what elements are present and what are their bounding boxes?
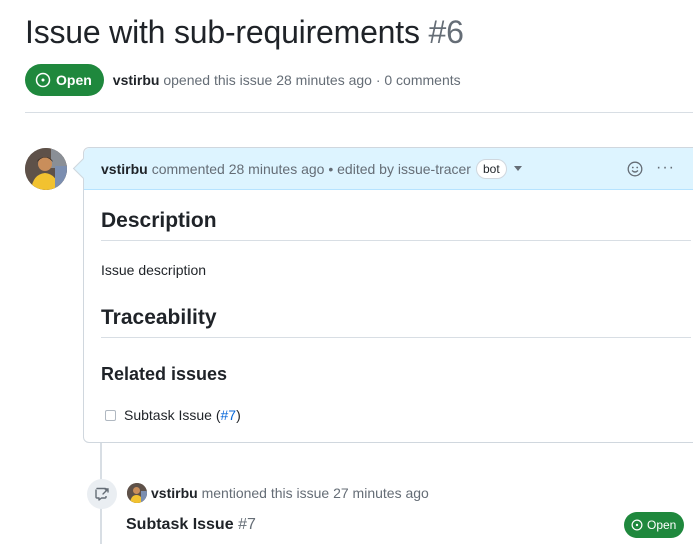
referenced-state-badge: Open xyxy=(624,512,685,538)
issue-meta: vstirbu opened this issue 28 minutes ago… xyxy=(113,72,461,88)
issue-meta-text: opened this issue 28 minutes ago · 0 com… xyxy=(163,72,461,88)
issue-state-row: Open vstirbu opened this issue 28 minute… xyxy=(25,64,461,96)
traceability-heading: Traceability xyxy=(101,306,217,329)
state-label: Open xyxy=(56,72,92,88)
related-issues-heading: Related issues xyxy=(101,364,228,384)
issue-author-link[interactable]: vstirbu xyxy=(113,72,160,88)
kebab-horizontal-icon[interactable]: ··· xyxy=(656,159,675,177)
cross-reference-icon xyxy=(87,479,117,509)
task-label-prefix: Subtask Issue ( xyxy=(124,407,221,423)
referenced-issue-number: #7 xyxy=(238,516,256,533)
issue-number: #6 xyxy=(428,14,464,50)
event-text: mentioned this issue 27 minutes ago xyxy=(201,485,429,501)
referenced-state-label: Open xyxy=(647,518,677,532)
referenced-issue-link[interactable]: Subtask Issue #7 xyxy=(126,516,256,534)
avatar[interactable] xyxy=(127,483,147,503)
heading-rule xyxy=(101,240,691,241)
timeline-event: vstirbu mentioned this issue 27 minutes … xyxy=(151,485,429,501)
comment-author-link[interactable]: vstirbu xyxy=(101,161,148,177)
issue-title: Issue with sub-requirements #6 xyxy=(25,14,464,51)
smiley-icon[interactable] xyxy=(627,161,643,177)
state-badge: Open xyxy=(25,64,104,96)
avatar[interactable] xyxy=(25,148,67,190)
task-list-item: Subtask Issue ( #7 ) xyxy=(105,407,241,423)
issue-title-text: Issue with sub-requirements xyxy=(25,14,420,50)
task-label-suffix: ) xyxy=(236,407,241,423)
issue-opened-icon xyxy=(35,72,51,88)
bot-label: bot xyxy=(475,158,507,179)
event-author-link[interactable]: vstirbu xyxy=(151,485,198,501)
edit-history-dropdown[interactable] xyxy=(513,166,522,171)
comment-header-text: commented 28 minutes ago • edited by iss… xyxy=(151,160,471,177)
heading-rule xyxy=(101,337,691,338)
task-checkbox[interactable] xyxy=(105,409,116,421)
referenced-issue-title[interactable]: Subtask Issue xyxy=(126,516,234,533)
comment-box: vstirbu commented 28 minutes ago • edite… xyxy=(83,147,693,443)
issue-opened-icon xyxy=(631,519,643,531)
comment-header: vstirbu commented 28 minutes ago • edite… xyxy=(84,148,693,190)
header-divider xyxy=(25,112,693,113)
task-issue-link[interactable]: #7 xyxy=(221,407,237,423)
description-text: Issue description xyxy=(101,262,207,278)
description-heading: Description xyxy=(101,209,217,232)
